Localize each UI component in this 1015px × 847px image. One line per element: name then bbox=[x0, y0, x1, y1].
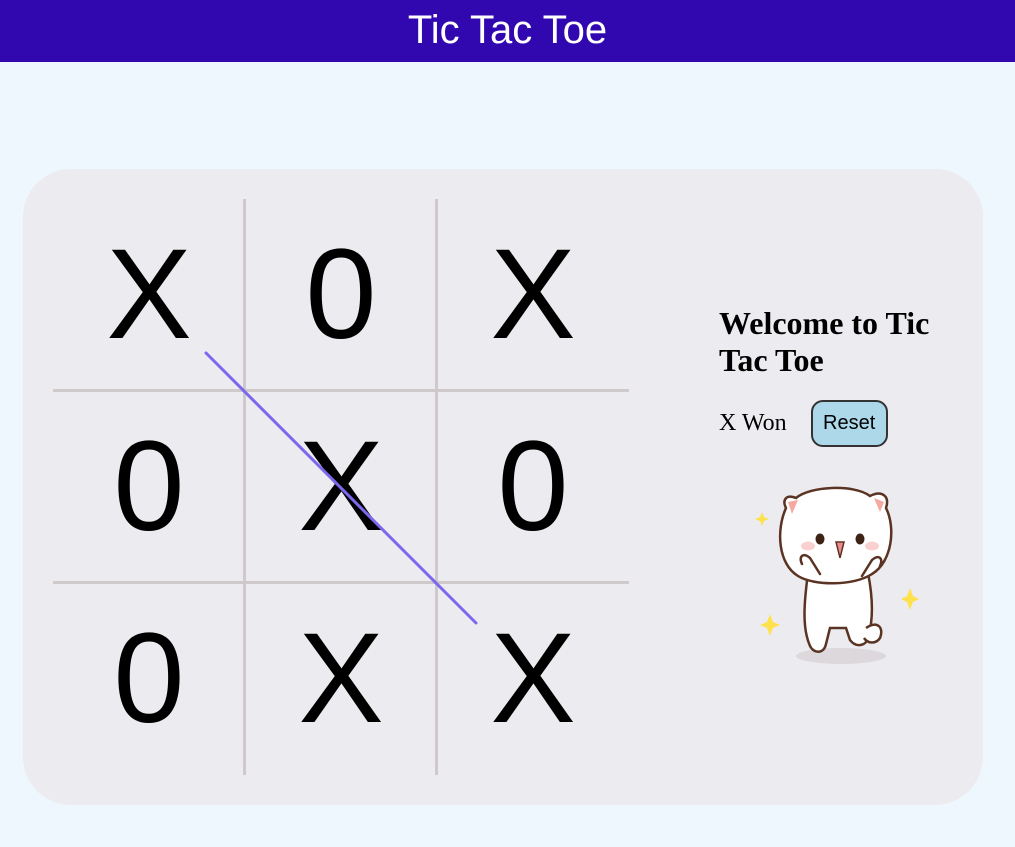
reset-button[interactable]: Reset bbox=[810, 399, 888, 447]
grid-line-vertical bbox=[243, 199, 246, 775]
board-cell[interactable]: 0 bbox=[245, 199, 437, 391]
grid-line-horizontal bbox=[53, 389, 629, 392]
grid-line-horizontal bbox=[53, 581, 629, 584]
app-header: Tic Tac Toe bbox=[0, 0, 1015, 62]
grid-line-vertical bbox=[435, 199, 438, 775]
status-row: X Won Reset bbox=[719, 399, 888, 447]
app-title: Tic Tac Toe bbox=[407, 8, 608, 52]
board-cell[interactable]: 0 bbox=[437, 391, 629, 583]
board-cell[interactable]: X bbox=[437, 583, 629, 775]
info-panel: Welcome to Tic Tac Toe bbox=[719, 305, 959, 379]
board-cell[interactable]: 0 bbox=[53, 391, 245, 583]
welcome-heading: Welcome to Tic Tac Toe bbox=[719, 305, 930, 378]
board-cell[interactable]: X bbox=[245, 391, 437, 583]
cat-mascot-image bbox=[755, 486, 919, 664]
game-status: X Won bbox=[719, 409, 787, 436]
board-cell[interactable]: 0 bbox=[53, 583, 245, 775]
board-cell[interactable]: X bbox=[245, 583, 437, 775]
game-board: X 0 X 0 X 0 0 X X bbox=[53, 199, 629, 775]
board-cell[interactable]: X bbox=[437, 199, 629, 391]
board-cell[interactable]: X bbox=[53, 199, 245, 391]
